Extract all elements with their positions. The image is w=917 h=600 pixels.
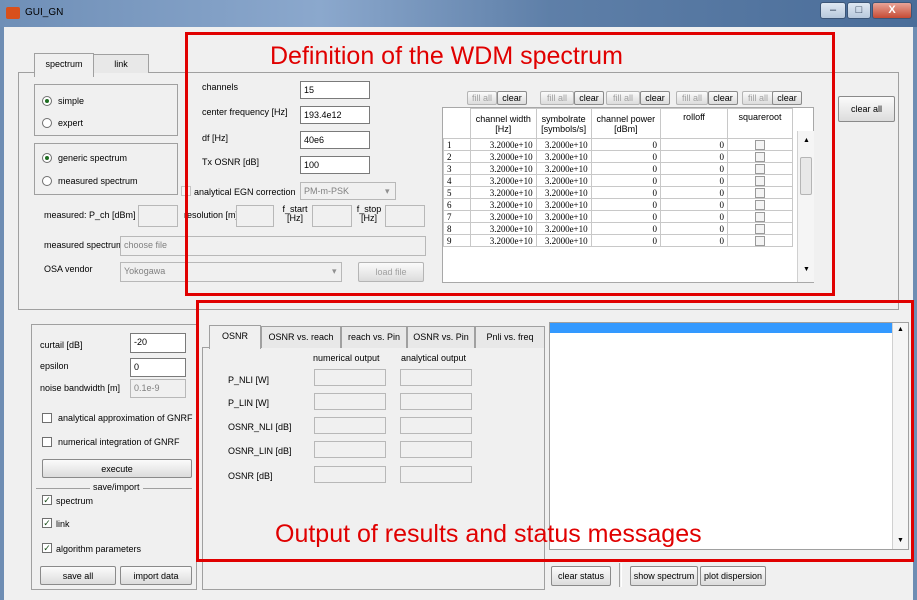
button-separator <box>619 563 622 587</box>
tab-link[interactable]: link <box>93 54 149 73</box>
measured-spectrum-radio[interactable] <box>42 176 52 186</box>
save-link-checkbox[interactable]: ✓ <box>42 518 52 528</box>
plot-dispersion-button[interactable]: plot dispersion <box>700 566 766 586</box>
measured-spectrum-label: measured spectrum <box>58 176 138 186</box>
curtail-input[interactable]: -20 <box>130 333 186 353</box>
numerical-integration-checkbox[interactable] <box>42 437 52 447</box>
clear-all-button[interactable]: clear all <box>838 96 895 122</box>
maximize-button[interactable]: □ <box>847 2 871 19</box>
measured-spectrum-file-label: measured spectrum <box>44 240 124 250</box>
simple-label: simple <box>58 96 85 106</box>
window-title: GUI_GN <box>25 7 64 18</box>
curtail-label: curtail [dB] <box>40 340 83 350</box>
save-algorithm-checkbox[interactable]: ✓ <box>42 543 52 553</box>
measured-pch-input[interactable] <box>138 205 178 227</box>
epsilon-label: epsilon <box>40 361 69 371</box>
save-link-label: link <box>56 519 70 529</box>
spectrum-type-group <box>34 143 178 195</box>
numerical-integration-label: numerical integration of GNRF <box>58 437 180 447</box>
close-button[interactable]: X <box>872 2 912 19</box>
expert-label: expert <box>58 118 84 128</box>
epsilon-input[interactable]: 0 <box>130 358 186 377</box>
generic-spectrum-label: generic spectrum <box>58 153 128 163</box>
wdm-spectrum-highlight-box <box>185 32 835 296</box>
expert-radio[interactable] <box>42 118 52 128</box>
tab-spectrum[interactable]: spectrum <box>34 53 94 77</box>
analytical-approximation-checkbox[interactable] <box>42 413 52 423</box>
execute-button[interactable]: execute <box>42 459 192 478</box>
wdm-spectrum-annotation: Definition of the WDM spectrum <box>270 42 623 70</box>
save-all-button[interactable]: save all <box>40 566 116 585</box>
osa-vendor-label: OSA vendor <box>44 264 93 274</box>
import-data-button[interactable]: import data <box>120 566 192 585</box>
save-algorithm-label: algorithm parameters <box>56 544 142 554</box>
minimize-button[interactable]: – <box>820 2 846 19</box>
save-spectrum-checkbox[interactable]: ✓ <box>42 495 52 505</box>
title-bar <box>0 0 917 27</box>
save-import-label: save/import <box>90 482 143 492</box>
noise-bandwidth-label: noise bandwidth [m] <box>40 383 121 393</box>
matlab-icon <box>6 7 20 19</box>
tab-osnr[interactable]: OSNR <box>209 325 261 349</box>
noise-bandwidth-input[interactable]: 0.1e-9 <box>130 379 186 398</box>
output-annotation: Output of results and status messages <box>275 520 702 548</box>
analytical-approximation-label: analytical approximation of GNRF <box>58 413 193 423</box>
clear-status-button[interactable]: clear status <box>551 566 611 586</box>
save-spectrum-label: spectrum <box>56 496 94 506</box>
simple-radio[interactable] <box>42 96 52 106</box>
measured-pch-label: measured: P_ch [dBm] <box>44 210 136 220</box>
generic-spectrum-radio[interactable] <box>42 153 52 163</box>
show-spectrum-button[interactable]: show spectrum <box>630 566 698 586</box>
mode-group <box>34 84 178 136</box>
